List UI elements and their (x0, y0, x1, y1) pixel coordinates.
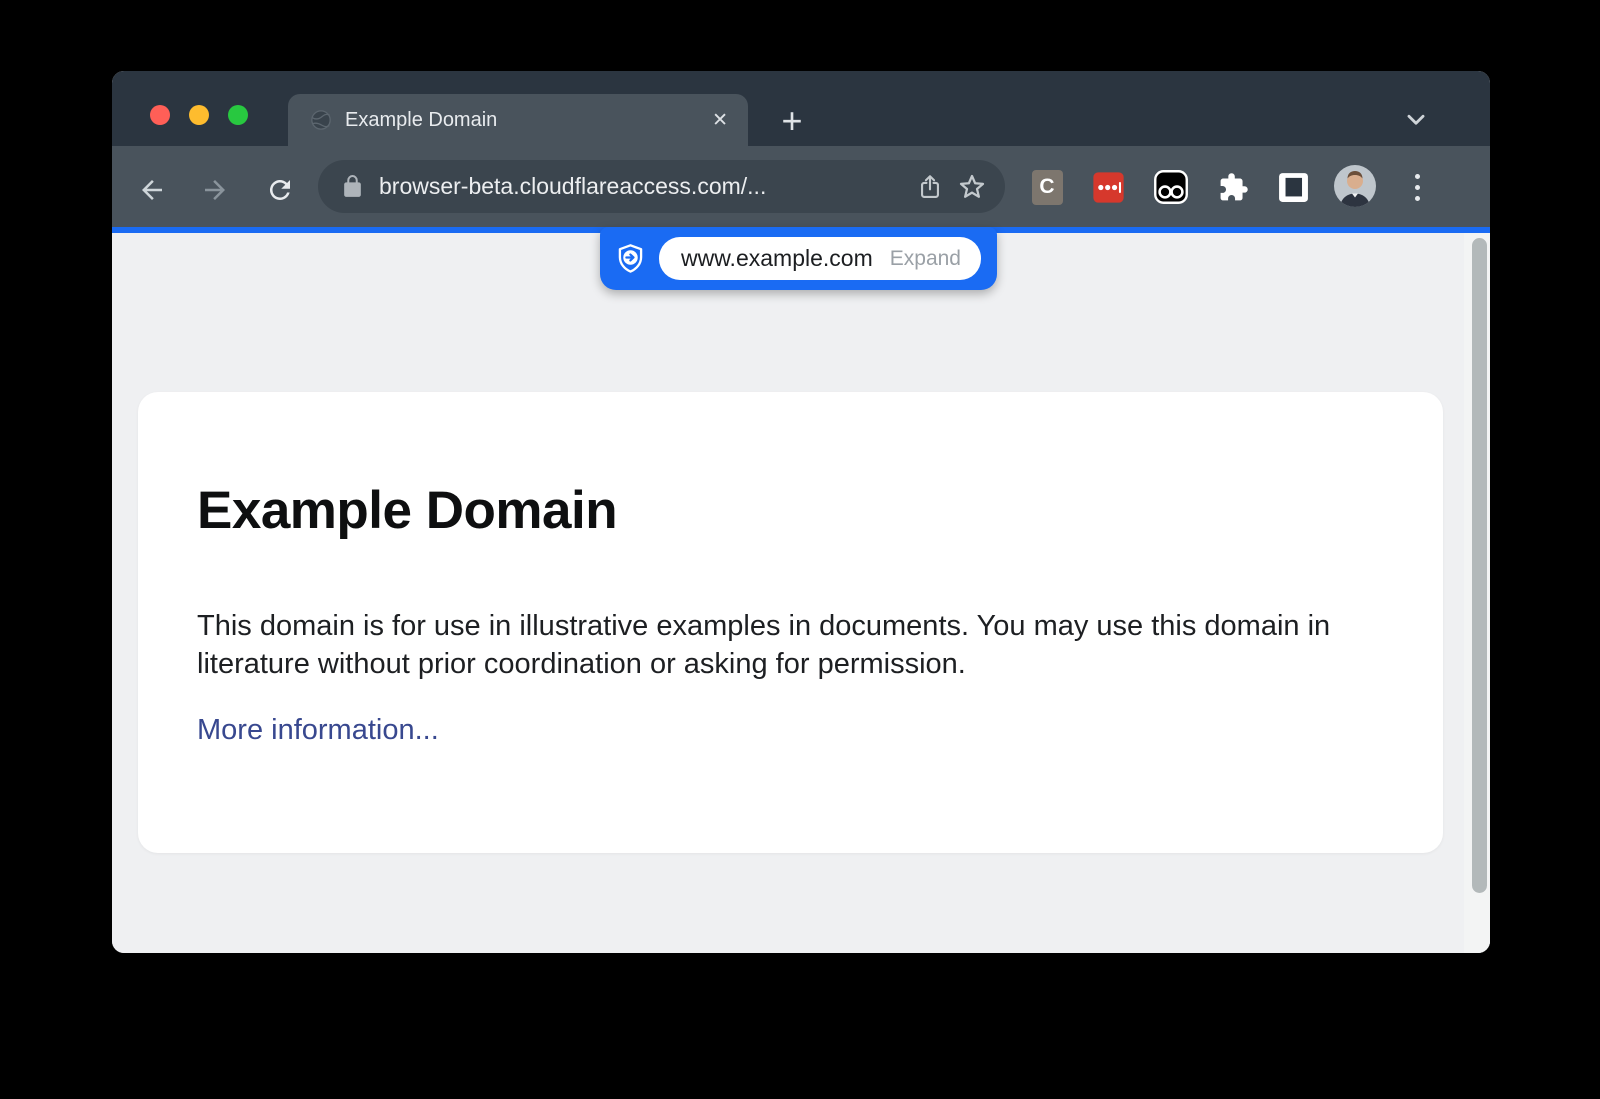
extension-c-button[interactable]: C (1025, 165, 1069, 209)
scrollbar-thumb[interactable] (1472, 238, 1487, 893)
address-bar[interactable]: browser-beta.cloudflareaccess.com/... (318, 160, 1005, 213)
tab-example-domain[interactable]: Example Domain ✕ (288, 94, 748, 146)
share-icon (916, 173, 944, 201)
back-icon (137, 175, 167, 205)
goggles-icon (1153, 169, 1189, 205)
browser-toolbar: browser-beta.cloudflareaccess.com/... C (112, 146, 1490, 227)
reload-icon (265, 175, 295, 205)
dot (1415, 174, 1420, 179)
avatar-photo (1334, 165, 1376, 207)
c-extension-icon: C (1032, 170, 1063, 205)
browser-menu-button[interactable] (1404, 168, 1430, 206)
expand-button[interactable]: Expand (890, 247, 961, 271)
side-panel-button[interactable] (1271, 165, 1315, 209)
page-viewport: www.example.com Expand Example Domain Th… (112, 233, 1490, 953)
lock-icon (340, 174, 365, 199)
reload-button[interactable] (260, 170, 300, 210)
isolation-domain-field[interactable]: www.example.com Expand (659, 237, 981, 280)
dot (1415, 196, 1420, 201)
lastpass-icon (1092, 171, 1125, 204)
profile-avatar[interactable] (1334, 165, 1376, 207)
isolated-domain-text: www.example.com (681, 245, 890, 272)
isolation-domain-pill[interactable]: www.example.com Expand (600, 227, 997, 290)
more-information-link[interactable]: More information... (197, 714, 439, 747)
side-panel-icon (1277, 171, 1310, 204)
extension-lastpass-button[interactable] (1086, 165, 1130, 209)
puzzle-icon (1218, 172, 1249, 203)
extensions-menu-button[interactable] (1211, 165, 1255, 209)
star-icon (957, 172, 987, 202)
close-window-button[interactable] (150, 105, 170, 125)
page-title: Example Domain (197, 480, 1348, 541)
shield-arrow-icon (615, 243, 646, 274)
browser-window: Example Domain ✕ + (112, 71, 1490, 953)
extension-goggles-button[interactable] (1149, 165, 1193, 209)
share-button[interactable] (909, 166, 951, 208)
tab-strip: Example Domain ✕ + (112, 71, 1490, 146)
chevron-down-icon (1403, 107, 1429, 133)
bookmark-button[interactable] (951, 166, 993, 208)
url-text: browser-beta.cloudflareaccess.com/... (379, 173, 909, 200)
tab-title: Example Domain (345, 109, 712, 132)
content-card: Example Domain This domain is for use in… (138, 392, 1443, 853)
minimize-window-button[interactable] (189, 105, 209, 125)
page-body-text: This domain is for use in illustrative e… (197, 607, 1348, 683)
scrollbar-track[interactable] (1464, 233, 1490, 953)
dot (1415, 185, 1420, 190)
new-tab-button[interactable]: + (770, 99, 814, 143)
tab-close-icon[interactable]: ✕ (712, 109, 728, 132)
globe-icon (310, 109, 332, 131)
zoom-window-button[interactable] (228, 105, 248, 125)
back-button[interactable] (132, 170, 172, 210)
tab-search-button[interactable] (1396, 100, 1436, 140)
forward-icon (200, 175, 230, 205)
forward-button[interactable] (195, 170, 235, 210)
